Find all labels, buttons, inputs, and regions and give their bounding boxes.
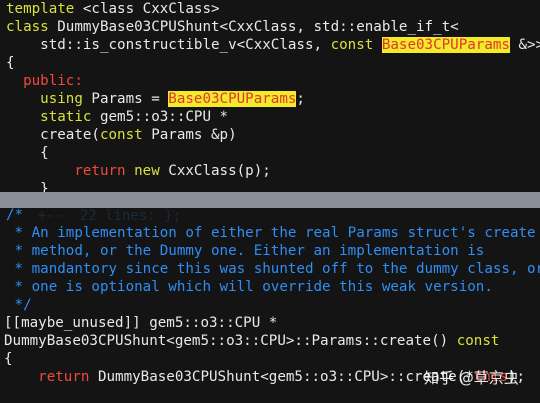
code-token: {: [6, 145, 49, 161]
code-token: return: [4, 369, 98, 385]
code-token: using: [6, 91, 92, 107]
code-token: static: [6, 109, 100, 125]
code-line: */: [6, 296, 540, 314]
code-line: /*: [6, 206, 540, 224]
code-token: Params =: [91, 91, 169, 107]
code-token: * An implementation of either the real P…: [6, 225, 536, 241]
code-line: * An implementation of either the real P…: [6, 224, 540, 242]
code-line: * one is optional which will override th…: [6, 278, 540, 296]
code-token: std::is_constructible_v<CxxClass,: [6, 37, 331, 53]
code-line: std::is_constructible_v<CxxClass, const …: [6, 36, 540, 54]
watermark: 知乎 @草京虫: [424, 369, 519, 387]
code-token: * mandantory since this was shunted off …: [6, 261, 540, 277]
code-token: template: [6, 1, 83, 17]
code-line: {: [6, 54, 540, 72]
code-token: Base03CPUParams: [381, 37, 510, 53]
code-line: * mandantory since this was shunted off …: [6, 260, 540, 278]
terminal-editor[interactable]: template <class CxxClass> class DummyBase…: [0, 0, 540, 403]
code-line: using Params = Base03CPUParams;: [6, 90, 540, 108]
code-token: CxxClass(p);: [168, 163, 271, 179]
code-token: gem5::o3::CPU *: [99, 109, 229, 125]
code-token: {: [4, 351, 13, 367]
code-token: <class CxxClass>: [82, 1, 220, 17]
code-line: {: [6, 144, 540, 162]
code-top-section: template <class CxxClass> class DummyBase…: [6, 0, 540, 198]
code-token: class: [6, 19, 58, 35]
code-token: DummyBase03CPUShunt<CxxClass, std::enabl…: [57, 19, 459, 35]
code-token: Base03CPUParams: [168, 91, 297, 107]
code-line: template <class CxxClass>: [6, 0, 540, 18]
code-token: /*: [6, 207, 24, 223]
code-line: public:: [6, 72, 540, 90]
code-line: create(const Params &p): [6, 126, 540, 144]
code-token: &>>>: [518, 37, 540, 53]
code-token: ;: [296, 91, 305, 107]
code-token: Params &p): [151, 127, 237, 143]
code-token: * method, or the Dummy one. Either an im…: [6, 243, 485, 259]
code-token: return: [6, 163, 135, 179]
code-line: return new CxxClass(p);: [6, 162, 540, 180]
code-token: const: [99, 127, 152, 143]
code-token: public:: [6, 73, 83, 89]
code-line: static gem5::o3::CPU *: [6, 108, 540, 126]
comment-section: /* * An implementation of either the rea…: [6, 206, 540, 314]
code-token: const: [456, 333, 500, 349]
code-token: [[maybe_unused]] gem5::o3::CPU *: [4, 315, 278, 331]
code-token: new: [134, 163, 169, 179]
code-token: */: [6, 297, 32, 313]
code-token: DummyBase03CPUShunt<gem5::o3::CPU>::Para…: [4, 333, 457, 349]
code-token: {: [6, 55, 15, 71]
code-token: create(: [6, 127, 100, 143]
code-line: [[maybe_unused]] gem5::o3::CPU *: [4, 314, 540, 332]
code-line: class DummyBase03CPUShunt<CxxClass, std:…: [6, 18, 540, 36]
code-token: * one is optional which will override th…: [6, 279, 493, 295]
code-token: const: [330, 37, 382, 53]
code-line: * method, or the Dummy one. Either an im…: [6, 242, 540, 260]
code-line: DummyBase03CPUShunt<gem5::o3::CPU>::Para…: [4, 332, 540, 350]
code-line: {: [4, 350, 540, 368]
code-token: DummyBase03CPUShunt<gem5::o3::CPU>::crea…: [97, 369, 474, 385]
